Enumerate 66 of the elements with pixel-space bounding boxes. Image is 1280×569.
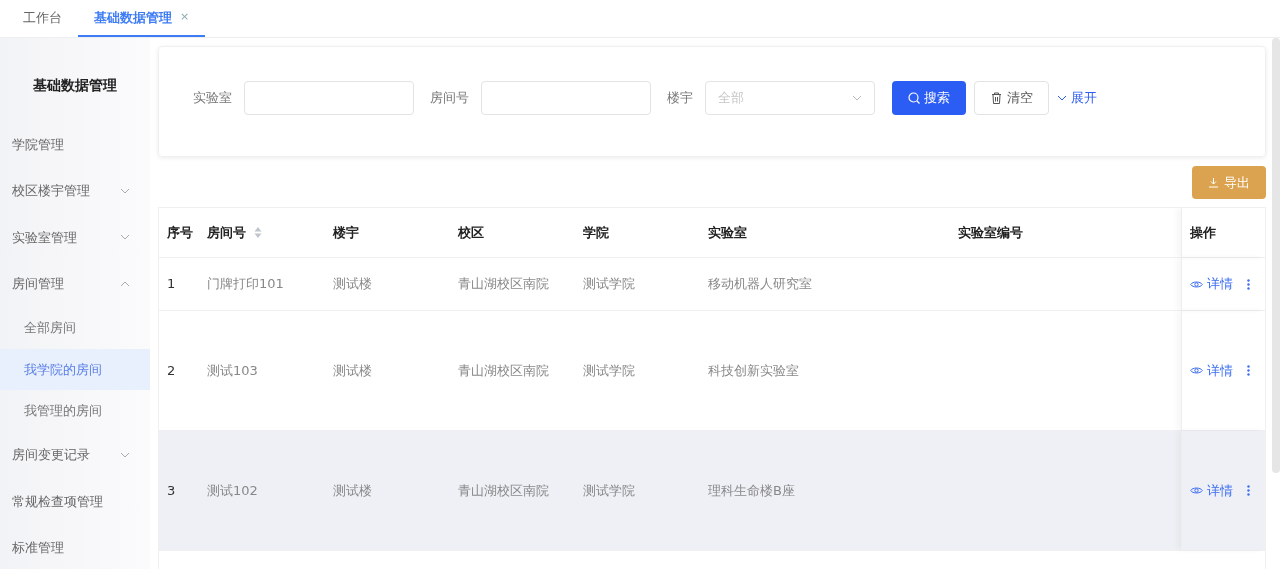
column-header: 操作 — [1181, 208, 1265, 257]
sidebar-item[interactable]: 校区楼宇管理 — [0, 167, 150, 214]
details-link[interactable]: 详情 — [1190, 274, 1233, 294]
sort-icon — [254, 227, 262, 238]
table-cell-text: 测试楼 — [333, 481, 372, 500]
sidebar-subitem[interactable]: 我学院的房间 — [0, 348, 150, 390]
table-cell-text: 门牌打印101 — [207, 275, 284, 294]
table-cell-text: 测试学院 — [583, 361, 635, 380]
table-cell-text: 测试102 — [207, 481, 258, 500]
column-header: 校区 — [457, 223, 485, 242]
chevron-up-icon — [120, 280, 130, 287]
expand-link[interactable]: 展开 — [1057, 87, 1097, 108]
column-header: 学院 — [582, 223, 610, 242]
more-icon[interactable] — [1247, 485, 1250, 496]
column-header: 序号 — [166, 223, 194, 242]
table-cell-text: 1 — [167, 275, 176, 294]
sidebar-item[interactable]: 房间变更记录 — [0, 431, 150, 478]
chevron-down-icon — [120, 451, 130, 458]
more-icon[interactable] — [1247, 278, 1250, 290]
sidebar-title: 基础数据管理 — [32, 76, 118, 95]
field-label: 实验室 — [193, 88, 232, 107]
table-cell-text: 测试学院 — [583, 275, 635, 294]
sidebar-item[interactable]: 实验室管理 — [0, 214, 150, 261]
search-icon — [908, 91, 920, 104]
sidebar-subitem[interactable]: 我管理的房间 — [0, 390, 150, 432]
column-header: 实验室 — [707, 223, 748, 242]
details-link[interactable]: 详情 — [1190, 360, 1233, 381]
table-cell-text: 青山湖校区南院 — [458, 275, 549, 294]
column-header: 实验室编号 — [957, 223, 1024, 242]
table-cell-text: 测试楼 — [333, 275, 372, 294]
download-icon — [1208, 177, 1219, 188]
chevron-down-icon — [1057, 94, 1067, 101]
tab[interactable]: 工作台 — [7, 0, 78, 37]
input-field[interactable] — [481, 80, 651, 115]
chevron-down-icon — [120, 234, 130, 241]
column-header[interactable]: 房间号 — [199, 208, 325, 257]
chevron-down-icon — [852, 94, 862, 101]
table-cell-text: 测试学院 — [583, 481, 635, 500]
more-icon[interactable] — [1247, 365, 1250, 376]
chevron-down-icon — [120, 187, 130, 194]
input-field[interactable] — [244, 80, 414, 115]
sidebar-item[interactable]: 房间管理 — [0, 260, 150, 307]
field-label: 楼宇 — [667, 88, 693, 107]
trash-icon — [990, 91, 1002, 104]
details-link[interactable]: 详情 — [1190, 480, 1233, 501]
table-cell-text: 2 — [167, 361, 176, 380]
field-label: 房间号 — [430, 88, 469, 107]
scrollbar[interactable] — [1272, 38, 1280, 473]
sidebar-subitem[interactable]: 全部房间 — [0, 307, 150, 349]
table-cell-text: 移动机器人研究室 — [708, 275, 812, 294]
sidebar-item[interactable]: 常规检查项管理 — [0, 478, 150, 525]
clear-button[interactable]: 清空 — [974, 80, 1049, 115]
eye-icon — [1190, 366, 1203, 375]
sidebar-item[interactable]: 标准管理 — [0, 524, 150, 569]
sidebar-item[interactable]: 学院管理 — [0, 121, 150, 168]
column-header: 楼宇 — [331, 223, 360, 242]
table-cell-text: 3 — [167, 481, 176, 500]
table-cell-text: 测试楼 — [333, 361, 372, 380]
table-cell-text: 青山湖校区南院 — [458, 481, 549, 500]
table-cell-text: 青山湖校区南院 — [458, 361, 549, 380]
table-cell-text: 测试103 — [207, 361, 258, 380]
table-cell-text: 理科生命楼B座 — [708, 481, 795, 500]
eye-icon — [1190, 279, 1203, 289]
search-button[interactable]: 搜索 — [892, 80, 966, 115]
table-cell-text: 科技创新实验室 — [708, 361, 799, 380]
eye-icon — [1190, 486, 1203, 495]
